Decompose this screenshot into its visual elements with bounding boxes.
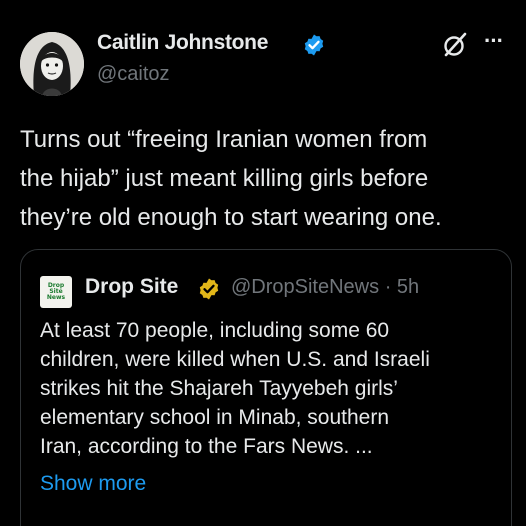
more-options-icon[interactable]: ···: [484, 30, 504, 52]
tweet-text-line: the hijab” just meant killing girls befo…: [20, 165, 429, 192]
quote-author-name[interactable]: Drop Site: [85, 275, 178, 299]
avatar-illustration: [20, 32, 84, 96]
quote-meta: @DropSiteNews · 5h: [231, 276, 419, 299]
quote-avatar-text: News: [46, 294, 66, 301]
quote-text-line: Iran, according to the Fars News. ...: [40, 435, 373, 458]
meta-separator: ·: [384, 276, 392, 298]
gold-verified-badge-icon: [199, 278, 219, 300]
author-handle[interactable]: @caitoz: [97, 63, 170, 86]
quote-text-line: children, were killed when U.S. and Isra…: [40, 348, 430, 371]
show-more-link[interactable]: Show more: [40, 472, 146, 496]
grok-icon[interactable]: [440, 30, 470, 60]
verified-badge-icon: [304, 34, 324, 56]
quote-avatar[interactable]: Drop Site News: [40, 276, 72, 308]
author-name[interactable]: Caitlin Johnstone: [97, 31, 268, 55]
quote-text-line: At least 70 people, including some 60: [40, 319, 390, 342]
tweet-text-line: Turns out “freeing Iranian women from: [20, 126, 428, 153]
quote-text-line: strikes hit the Shajareh Tayyebeh girls’: [40, 377, 398, 400]
quote-author-handle[interactable]: @DropSiteNews: [231, 276, 379, 298]
quote-timestamp[interactable]: 5h: [397, 276, 419, 298]
tweet-text-line: they’re old enough to start wearing one.: [20, 204, 442, 231]
tweet-text: Turns out “freeing Iranian women from th…: [20, 120, 520, 237]
tweet-card: Caitlin Johnstone @caitoz ··· Turns out …: [0, 0, 526, 526]
quoted-tweet[interactable]: Drop Site News Drop Site @DropSiteNews ·…: [20, 249, 512, 526]
quote-text: At least 70 people, including some 60 ch…: [40, 316, 510, 461]
author-avatar[interactable]: [20, 32, 84, 96]
quote-text-line: elementary school in Minab, southern: [40, 406, 390, 429]
